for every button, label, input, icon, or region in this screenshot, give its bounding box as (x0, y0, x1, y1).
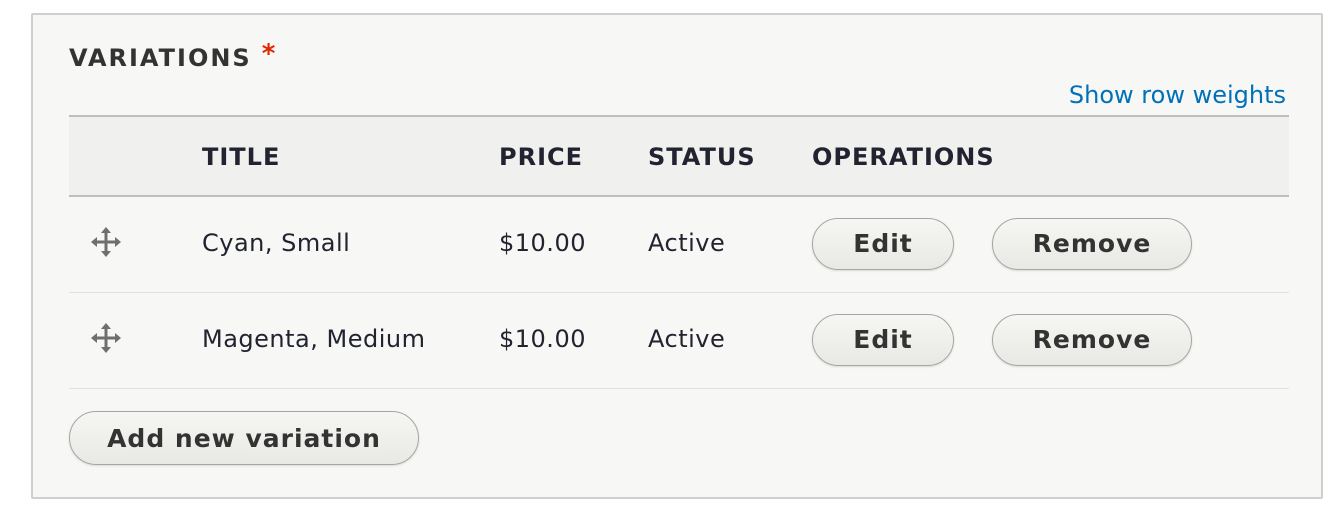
column-header-operations: OPERATIONS (812, 143, 995, 171)
column-header-title: TITLE (202, 143, 281, 171)
table-row: Cyan, Small $10.00 Active Edit Remove (69, 197, 1289, 293)
column-header-status: STATUS (648, 143, 756, 171)
move-arrows-icon[interactable] (91, 227, 121, 257)
variation-status: Active (648, 325, 726, 353)
variations-table: TITLE PRICE STATUS OPERATIONS Cyan, Smal… (69, 115, 1289, 389)
remove-button[interactable]: Remove (992, 314, 1192, 366)
variation-price: $10.00 (499, 229, 586, 257)
table-header: TITLE PRICE STATUS OPERATIONS (69, 115, 1289, 197)
variations-fieldset: VARIATIONS * Show row weights TITLE PRICE… (31, 13, 1323, 499)
table-row: Magenta, Medium $10.00 Active Edit Remov… (69, 293, 1289, 389)
required-marker: * (261, 39, 278, 69)
variation-status: Active (648, 229, 726, 257)
remove-button[interactable]: Remove (992, 218, 1192, 270)
fieldset-legend: VARIATIONS * (69, 39, 277, 73)
show-row-weights-link[interactable]: Show row weights (1069, 81, 1286, 109)
variation-title: Cyan, Small (202, 229, 351, 257)
add-new-variation-button[interactable]: Add new variation (69, 411, 419, 465)
legend-text: VARIATIONS (69, 44, 252, 72)
column-header-price: PRICE (499, 143, 584, 171)
variation-price: $10.00 (499, 325, 586, 353)
edit-button[interactable]: Edit (812, 314, 954, 366)
variation-title: Magenta, Medium (202, 325, 426, 353)
edit-button[interactable]: Edit (812, 218, 954, 270)
move-arrows-icon[interactable] (91, 323, 121, 353)
